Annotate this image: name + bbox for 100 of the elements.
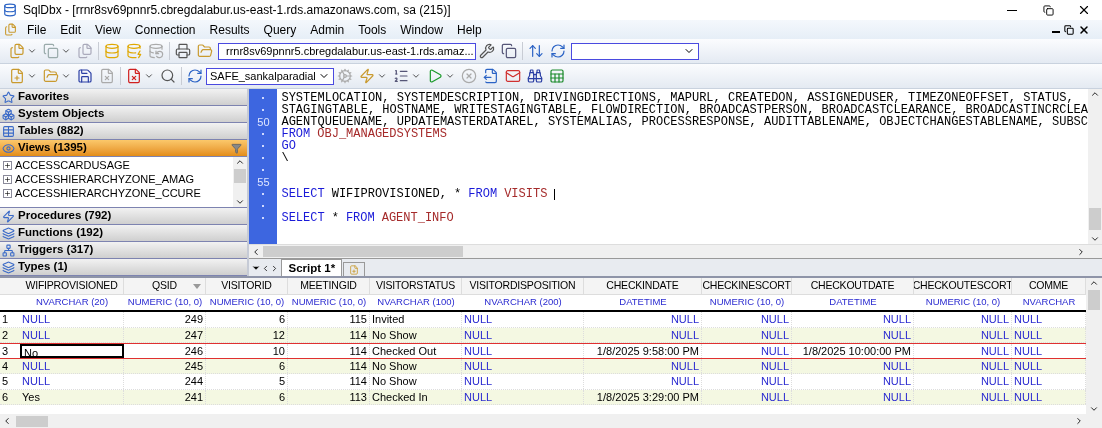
table-cell: 247	[124, 327, 206, 342]
table-cell: Invited	[370, 312, 462, 327]
table-icon	[2, 124, 15, 138]
row-number: 5	[1, 374, 10, 389]
expand-toggle[interactable]	[3, 174, 12, 184]
scrollbar[interactable]	[0, 414, 1102, 428]
row-number: 4	[1, 358, 10, 373]
column-header[interactable]: VISITORSTATUS	[370, 278, 462, 294]
column-header[interactable]: VISITORDISPOSITION	[462, 278, 584, 294]
column-header[interactable]: MEETINGID	[288, 278, 370, 294]
menu-item[interactable]: File	[20, 20, 54, 39]
menu-item[interactable]: Edit	[53, 20, 89, 39]
menu-item[interactable]: Results	[202, 20, 257, 39]
folder-icon	[197, 43, 213, 59]
table-cell: 12	[206, 327, 288, 342]
column-header[interactable]: CHECKINDATE	[584, 278, 702, 294]
table-cell: 241	[124, 389, 206, 404]
table-cell: 246	[124, 344, 206, 358]
expand-toggle[interactable]	[3, 188, 12, 198]
table-cell: Checked In	[370, 389, 462, 404]
circle-x-icon	[461, 68, 477, 84]
line-number: 55	[257, 176, 270, 188]
sidebar-section[interactable]: Views (1395)	[0, 140, 247, 157]
boxes-icon	[2, 107, 15, 121]
table-cell: 113	[288, 389, 370, 404]
table-cell: 6	[206, 312, 288, 327]
dropdown-caret-icon[interactable]	[193, 284, 201, 289]
sidebar-section[interactable]: Types (1)	[0, 259, 247, 276]
sidebar-section[interactable]: Functions (192)	[0, 225, 247, 242]
table-cell: NULL	[584, 374, 702, 389]
scroll-thumb[interactable]	[263, 246, 464, 257]
result-row[interactable]: 1 NULL 249 6 115 Invited NULL NULL NULL NULL NULL NULL	[0, 312, 1086, 328]
table-cell: NULL	[584, 358, 702, 373]
column-header[interactable]: QSID	[124, 278, 206, 294]
menu-item[interactable]: Window	[393, 20, 450, 39]
restore-icon	[1042, 4, 1054, 16]
table-cell: 6	[206, 358, 288, 373]
table-cell: NULL	[20, 312, 124, 327]
column-header[interactable]: WIFIPROVISIONED	[20, 278, 124, 294]
scroll-thumb[interactable]	[1089, 208, 1101, 230]
table-cell: 114	[288, 327, 370, 342]
table-cell: NULL	[584, 312, 702, 327]
menu-item[interactable]: Query	[256, 20, 304, 39]
menu-item[interactable]: View	[88, 20, 128, 39]
new-file-icon	[9, 68, 25, 84]
menu-item[interactable]: Connection	[127, 20, 203, 39]
connection-dropdown[interactable]: rrnr8sv69pnnr5.cbregdalabur.us-east-1.rds.amaz...	[218, 42, 476, 60]
star-icon	[2, 90, 15, 104]
scroll-thumb[interactable]	[16, 415, 48, 427]
table-cell: No Show	[370, 374, 462, 389]
close-button[interactable]	[1078, 23, 1090, 36]
column-header[interactable]: CHECKOUTDATE	[792, 278, 914, 294]
eye-icon	[2, 141, 15, 155]
table-cell: NULL	[914, 358, 1012, 373]
database-dropdown[interactable]: SAFE_sankalparadial	[206, 67, 334, 85]
table-cell: 244	[124, 374, 206, 389]
scrollbar[interactable]	[1086, 278, 1102, 414]
table-cell: NULL	[462, 327, 584, 342]
table-cell: NULL	[792, 327, 914, 342]
table-cell: NULL	[702, 327, 792, 342]
spreadsheet-icon	[549, 68, 565, 84]
row-number: 6	[1, 389, 10, 404]
table-cell: NULL	[914, 344, 1012, 358]
row-number: 3	[1, 344, 10, 358]
script-tab[interactable]: Script 1*	[281, 259, 343, 276]
documents-icon	[77, 43, 93, 59]
menu-item[interactable]: Tools	[351, 20, 394, 39]
sidebar-section[interactable]: Triggers (317)	[0, 242, 247, 259]
column-header[interactable]: VISITORID	[206, 278, 288, 294]
table-cell: NULL	[792, 358, 914, 373]
code-token: AGENTQUEUENAME, UPDATEMASTERDATAREL, SYSTEMALIAS, PROCESSRESPONSE, AUDITTABLENAME, OBJECTCHANGESTABLENAME, SUBSC	[281, 116, 1088, 128]
expand-toggle[interactable]	[3, 160, 12, 170]
code-token: *	[331, 212, 339, 224]
sidebar-section[interactable]: Tables (882)	[0, 123, 247, 140]
sidebar-section[interactable]: Favorites	[0, 89, 247, 106]
table-cell: NULL	[914, 327, 1012, 342]
layers-icon	[2, 260, 15, 274]
wrench-icon	[479, 43, 495, 59]
menu-item[interactable]: Help	[449, 20, 489, 39]
scrollbar[interactable]	[232, 157, 247, 207]
empty-dropdown[interactable]	[571, 42, 699, 60]
scrollbar[interactable]	[249, 244, 1102, 258]
result-row[interactable]: 5 NULL 244 5 114 No Show NULL NULL NULL NULL NULL NULL	[0, 374, 1086, 390]
scroll-thumb[interactable]	[1088, 290, 1100, 310]
minimize-icon	[1007, 9, 1017, 11]
up-down-arrows-icon	[528, 43, 544, 59]
filter-icon	[230, 142, 242, 154]
sidebar-section[interactable]: Procedures (792)	[0, 208, 247, 225]
scrollbar[interactable]	[1088, 89, 1102, 244]
sidebar-section[interactable]: System Objects	[0, 106, 247, 123]
menu-item[interactable]: Admin	[303, 20, 352, 39]
column-type: NUMERIC (10, 0)	[924, 295, 1002, 310]
search-icon	[160, 68, 176, 84]
restore-button[interactable]	[1064, 24, 1074, 35]
copy-icon	[43, 43, 59, 59]
scroll-thumb[interactable]	[233, 169, 246, 183]
table-cell: NULL	[792, 374, 914, 389]
column-header[interactable]: CHECKINESCORT	[702, 278, 792, 294]
table-cell: NULL	[584, 327, 702, 342]
close-icon	[1078, 23, 1090, 36]
